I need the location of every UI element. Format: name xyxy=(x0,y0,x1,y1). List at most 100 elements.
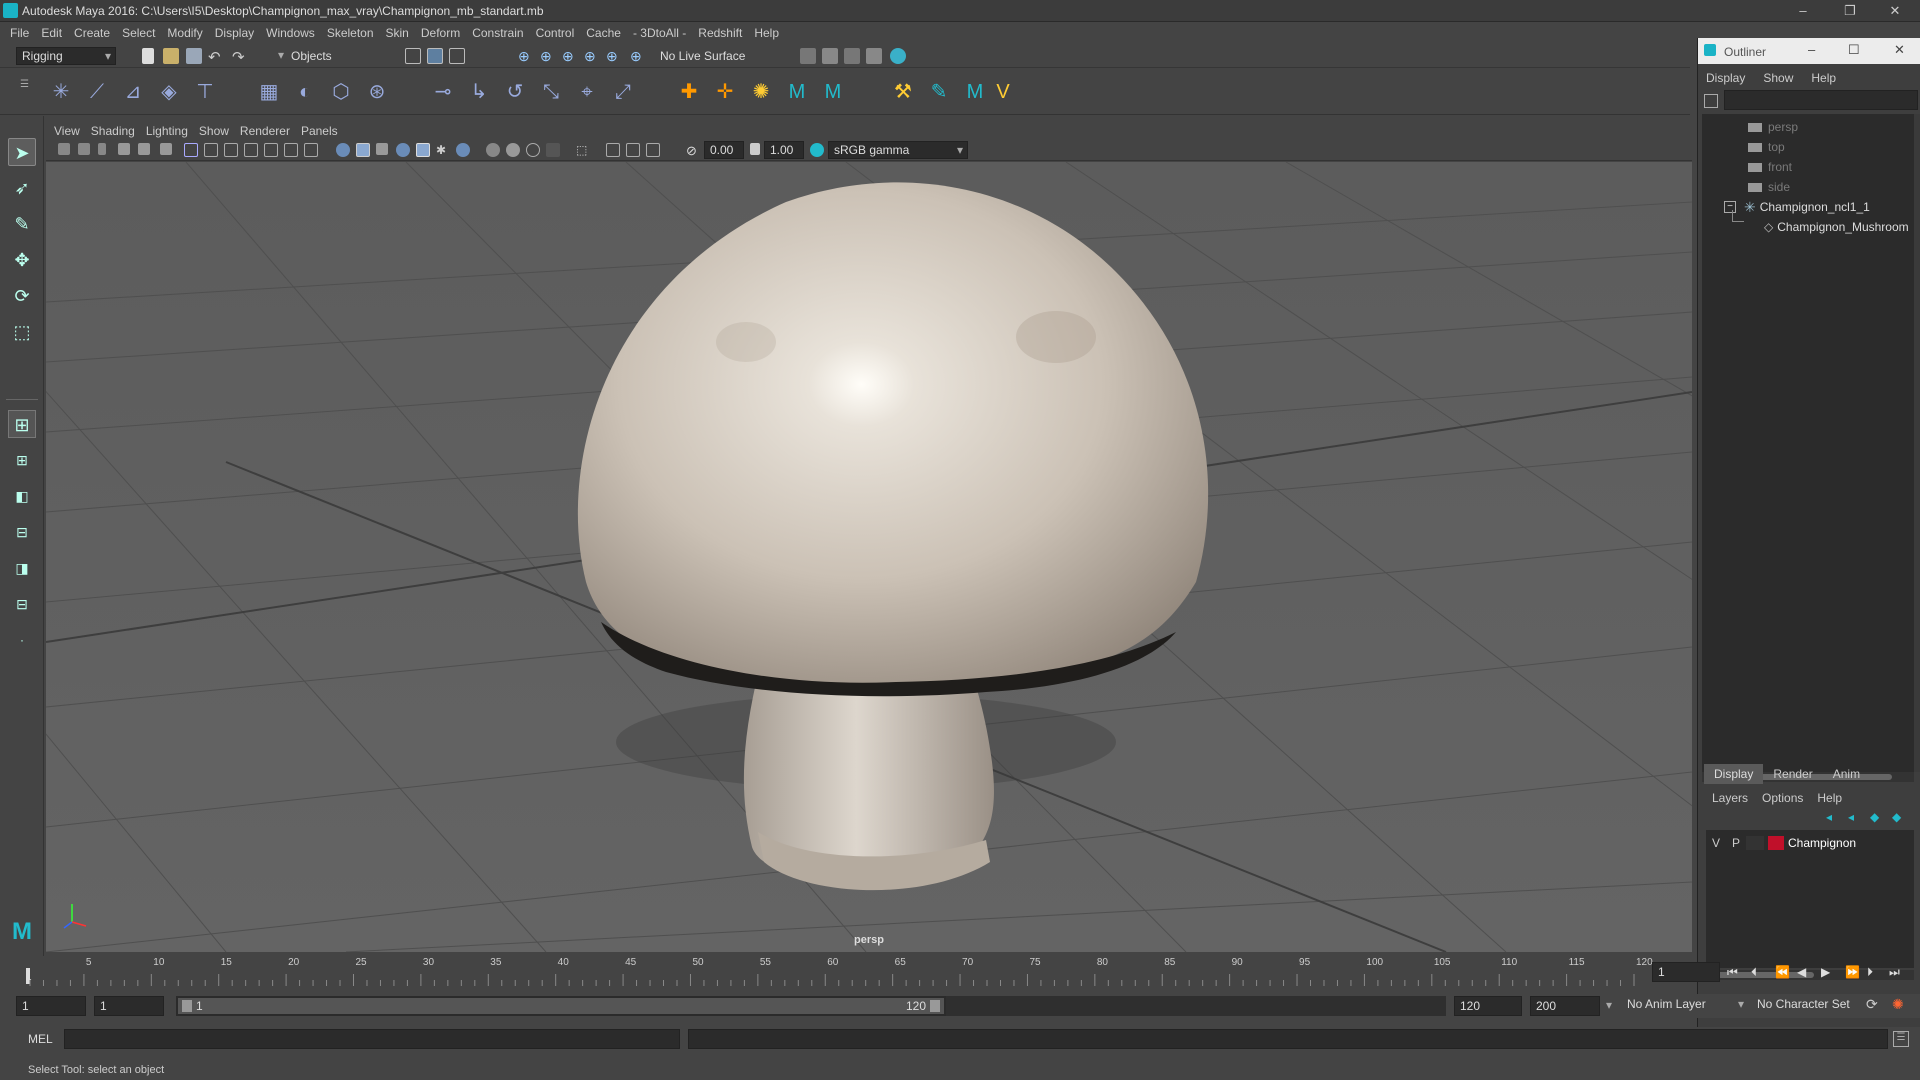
tab-render[interactable]: Render xyxy=(1763,764,1822,784)
bind-skin-icon[interactable]: ✛ xyxy=(712,79,738,105)
snap-surface-icon[interactable]: ⊕ xyxy=(606,48,622,64)
wrap-icon[interactable]: ⬡ xyxy=(328,79,354,105)
render-current-icon[interactable] xyxy=(822,48,838,64)
persp-outliner-layout-icon[interactable]: ◧ xyxy=(8,482,36,510)
move-layer-up-icon[interactable]: ◂ xyxy=(1826,810,1832,824)
camera-select-icon[interactable] xyxy=(58,143,70,155)
sculpt-deformer-icon[interactable]: ⊛ xyxy=(364,79,390,105)
menu-create[interactable]: Create xyxy=(74,26,110,40)
playback-start-field[interactable]: 1 xyxy=(94,996,164,1016)
layer-display-type-toggle[interactable] xyxy=(1746,836,1764,850)
hypershade-layout-icon[interactable]: ◨ xyxy=(8,554,36,582)
step-forward-key-icon[interactable]: ⏵ xyxy=(1867,965,1889,980)
range-handle-left[interactable] xyxy=(182,1000,192,1012)
ik-spline-icon[interactable]: ⊿ xyxy=(120,79,146,105)
move-layer-down-icon[interactable]: ◂ xyxy=(1848,810,1854,824)
undo-icon[interactable]: ↶ xyxy=(208,48,224,66)
layer-menu-help[interactable]: Help xyxy=(1817,791,1842,805)
aim-constraint-icon[interactable]: ↳ xyxy=(466,79,492,105)
smooth-shade-icon[interactable] xyxy=(356,143,370,157)
scale-tool-icon[interactable]: ⬚ xyxy=(8,318,36,346)
save-scene-icon[interactable] xyxy=(186,48,202,64)
hik-character-icon[interactable]: M xyxy=(820,79,846,105)
lasso-tool-icon[interactable]: ➶ xyxy=(8,174,36,202)
panel-menu-lighting[interactable]: Lighting xyxy=(146,124,188,138)
insert-joint-icon[interactable]: ◈ xyxy=(156,79,182,105)
outliner-item-champignon-mushroom[interactable]: ◇ Champignon_Mushroom xyxy=(1764,218,1909,236)
menu-modify[interactable]: Modify xyxy=(167,26,202,40)
gate-mask-icon[interactable] xyxy=(244,143,258,157)
xray-icon[interactable] xyxy=(606,143,620,157)
range-slider-thumb[interactable]: 1 120 xyxy=(178,998,944,1014)
isolate-select-icon[interactable]: ⬚ xyxy=(576,143,590,157)
layer-list[interactable]: V P Champignon xyxy=(1706,830,1914,968)
select-by-component-icon[interactable] xyxy=(449,48,465,64)
outliner-menu-show[interactable]: Show xyxy=(1763,71,1793,85)
outliner-menu-display[interactable]: Display xyxy=(1706,71,1745,85)
layer-visibility-toggle[interactable]: V xyxy=(1706,836,1726,850)
select-by-hierarchy-icon[interactable] xyxy=(405,48,421,64)
layer-playback-toggle[interactable]: P xyxy=(1726,836,1746,850)
depth-of-field-icon[interactable] xyxy=(546,143,560,157)
lattice-icon[interactable]: ▦ xyxy=(256,79,282,105)
time-slider[interactable]: 1 5 10 15 20 25 30 35 40 45 50 55 60 65 70 75 80 85 90 95 1… xyxy=(26,956,1653,986)
go-to-start-icon[interactable]: ⏮ xyxy=(1727,965,1751,980)
outliner-item-champignon-group[interactable]: − ✳ Champignon_ncl1_1 xyxy=(1724,198,1870,216)
exposure-icon[interactable]: ⊘ xyxy=(686,143,700,158)
outliner-menu-help[interactable]: Help xyxy=(1811,71,1836,85)
default-material-icon[interactable] xyxy=(376,143,388,155)
script-editor-icon[interactable]: ☰ xyxy=(1893,1031,1909,1047)
range-slider[interactable]: 1 120 xyxy=(176,996,946,1016)
parent-constraint-icon[interactable]: ⌖ xyxy=(574,79,600,105)
range-handle-right[interactable] xyxy=(930,1000,940,1012)
command-input[interactable] xyxy=(64,1029,680,1049)
blend-shape-icon[interactable]: V xyxy=(990,79,1016,105)
snap-curve-icon[interactable]: ⊕ xyxy=(540,48,556,64)
shadows-icon[interactable] xyxy=(456,143,470,157)
menu-edit[interactable]: Edit xyxy=(41,26,62,40)
restore-button[interactable]: ❐ xyxy=(1835,2,1865,20)
end-time-field[interactable]: 200 xyxy=(1530,996,1600,1016)
motion-blur-icon[interactable] xyxy=(506,143,520,157)
exposure-field[interactable]: 0.00 xyxy=(704,141,744,159)
grid-toggle-icon[interactable] xyxy=(184,143,198,157)
render-view-icon[interactable] xyxy=(866,48,882,64)
snap-point-icon[interactable]: ⊕ xyxy=(562,48,578,64)
outliner-maximize-button[interactable]: ☐ xyxy=(1848,42,1860,58)
step-back-frame-icon[interactable]: ⏪ xyxy=(1775,965,1797,979)
menu-cache[interactable]: Cache xyxy=(586,26,621,40)
resolution-gate-icon[interactable] xyxy=(224,143,238,157)
auto-key-icon[interactable]: ⟳ xyxy=(1866,996,1878,1013)
layer-row-champignon[interactable]: V P Champignon xyxy=(1706,834,1914,852)
menu-control[interactable]: Control xyxy=(536,26,575,40)
outliner-minimize-button[interactable]: – xyxy=(1808,42,1815,57)
screen-space-ao-icon[interactable] xyxy=(486,143,500,157)
panel-menu-shading[interactable]: Shading xyxy=(91,124,135,138)
orient-constraint-icon[interactable]: ↺ xyxy=(502,79,528,105)
camera-attributes-icon[interactable] xyxy=(78,143,90,155)
persp-uv-layout-icon[interactable]: ⊟ xyxy=(8,590,36,618)
locator-icon[interactable]: ✚ xyxy=(676,79,702,105)
four-view-layout-icon[interactable]: ⊞ xyxy=(8,446,36,474)
outliner-item-side[interactable]: side xyxy=(1748,178,1790,196)
step-back-key-icon[interactable]: ⏴ xyxy=(1751,965,1775,980)
ik-handle-icon[interactable]: ⟋ xyxy=(84,79,110,105)
render-settings-icon[interactable] xyxy=(800,48,816,64)
outliner-item-front[interactable]: front xyxy=(1748,158,1792,176)
ipr-render-icon[interactable] xyxy=(844,48,860,64)
new-scene-icon[interactable] xyxy=(142,48,154,64)
film-gate-icon[interactable] xyxy=(204,143,218,157)
outliner-vertical-scrollbar[interactable] xyxy=(1914,114,1920,772)
layer-menu-layers[interactable]: Layers xyxy=(1712,791,1748,805)
play-forward-icon[interactable]: ▶ xyxy=(1821,965,1845,979)
play-backward-icon[interactable]: ◀ xyxy=(1797,965,1821,979)
live-surface-label[interactable]: No Live Surface xyxy=(660,49,745,63)
menu-constrain[interactable]: Constrain xyxy=(472,26,523,40)
safe-title-icon[interactable] xyxy=(304,143,318,157)
menu-skeleton[interactable]: Skeleton xyxy=(327,26,374,40)
panel-menu-panels[interactable]: Panels xyxy=(301,124,338,138)
joint-tool-icon[interactable]: ✳ xyxy=(48,79,74,105)
hypershade-icon[interactable] xyxy=(890,48,906,64)
character-set-dropdown[interactable]: No Character Set xyxy=(1752,996,1864,1016)
paint-weights-icon[interactable]: ✺ xyxy=(748,79,774,105)
